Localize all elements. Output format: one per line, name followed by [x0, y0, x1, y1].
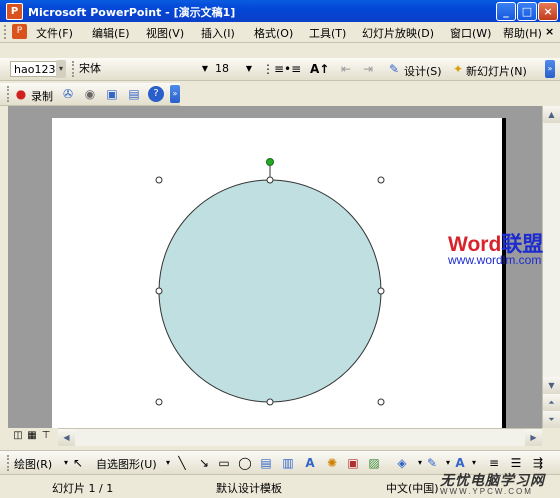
toolbar-grip[interactable] — [7, 455, 12, 471]
line-style-icon[interactable]: ≡ — [486, 455, 502, 471]
maximize-button[interactable]: □ — [517, 2, 537, 21]
design-icon[interactable]: ✎ — [386, 61, 402, 77]
resize-handle-top-left[interactable] — [155, 176, 163, 184]
close-document-button[interactable]: × — [545, 25, 554, 38]
window-title: Microsoft PowerPoint - [演示文稿1] — [28, 6, 236, 19]
record-icon[interactable]: ● — [13, 86, 29, 102]
toolbar-options-chevron[interactable]: » — [545, 60, 555, 78]
toolbar-options-chevron[interactable]: » — [170, 85, 180, 103]
record-button[interactable]: 录制 — [31, 88, 53, 104]
resize-handle-top-right[interactable] — [377, 176, 385, 184]
toolbar-grip[interactable] — [7, 86, 12, 102]
scroll-up-arrow[interactable]: ▲ — [543, 106, 560, 123]
watermark-url: www.wordlm.com — [448, 253, 542, 267]
arrow-style-icon[interactable]: ⇶ — [530, 455, 546, 471]
textbox-icon[interactable]: ▤ — [258, 455, 274, 471]
vertical-scrollbar[interactable]: ▲ ▼ ⏶ ⏷ — [542, 106, 560, 428]
scroll-down-arrow[interactable]: ▼ — [543, 377, 560, 394]
document-icon[interactable]: P — [12, 24, 27, 39]
close-button[interactable]: × — [538, 2, 558, 21]
font-color-dropdown[interactable]: ▾ — [466, 455, 482, 471]
menu-insert[interactable]: 插入(I) — [201, 25, 235, 41]
menu-window[interactable]: 窗口(W) — [450, 25, 491, 41]
clipart-icon[interactable]: ▣ — [345, 455, 361, 471]
minimize-button[interactable]: _ — [496, 2, 516, 21]
rotate-handle[interactable] — [266, 158, 274, 166]
diagram-icon[interactable]: ✺ — [324, 455, 340, 471]
picture-icon[interactable]: ▨ — [366, 455, 382, 471]
increase-font-size-icon[interactable]: A↑ — [310, 61, 329, 77]
edit-screen-icon[interactable]: ▤ — [126, 86, 142, 102]
bulleted-list-icon[interactable]: •≡ — [284, 61, 301, 77]
resize-handle-bottom-left[interactable] — [155, 398, 163, 406]
style-value: hao123 — [14, 63, 56, 76]
resize-handle-right[interactable] — [377, 287, 385, 295]
select-objects-icon[interactable]: ↖ — [70, 455, 86, 471]
menu-grip-handle[interactable] — [4, 25, 9, 39]
title-bar[interactable]: P Microsoft PowerPoint - [演示文稿1] _ □ × — [0, 0, 560, 22]
design-button[interactable]: 设计(S) — [404, 63, 442, 79]
webcam-icon[interactable]: ◉ — [82, 86, 98, 102]
menu-slideshow[interactable]: 幻灯片放映(D) — [362, 25, 434, 41]
font-combo[interactable]: 宋体 ▼ — [76, 61, 210, 77]
menu-bar: P 文件(F) 编辑(E) 视图(V) 插入(I) 格式(O) 工具(T) 幻灯… — [0, 22, 560, 43]
style-dropdown-arrow[interactable]: ▾ — [56, 60, 66, 78]
slideshow-view-icon[interactable]: ⊤ — [40, 430, 52, 442]
numbered-list-icon[interactable]: ⋮≡ — [262, 61, 284, 77]
view-buttons: ◫ ▦ ⊤ — [0, 428, 58, 445]
formatting-toolbar: hao123 ▾ 宋体 ▼ 18 ▼ ⋮≡ •≡ A↑ ⇤ ⇥ ✎ 设计(S) … — [0, 58, 560, 81]
line-icon[interactable]: ╲ — [174, 455, 190, 471]
slide-counter: 幻灯片 1 / 1 — [52, 482, 114, 495]
scroll-right-arrow[interactable]: ▶ — [525, 429, 542, 446]
menu-tools[interactable]: 工具(T) — [309, 25, 346, 41]
decrease-indent-icon[interactable]: ⇤ — [338, 61, 354, 77]
design-template-name: 默认设计模板 — [216, 482, 282, 495]
slide-sorter-view-icon[interactable]: ▦ — [26, 430, 38, 442]
menu-help[interactable]: 帮助(H) — [503, 25, 542, 41]
study-site-url: WWW.YPCW.COM — [440, 487, 533, 496]
arrow-icon[interactable]: ↘ — [196, 455, 212, 471]
slide-workspace — [8, 106, 542, 428]
scroll-left-arrow[interactable]: ◀ — [58, 429, 75, 446]
circle-shape[interactable] — [158, 179, 382, 403]
oval-icon[interactable]: ◯ — [237, 455, 253, 471]
horizontal-scrollbar[interactable]: ◀ ▶ — [58, 428, 542, 446]
slide-graphics — [155, 158, 385, 406]
resize-handle-left[interactable] — [155, 287, 163, 295]
font-dropdown-arrow[interactable]: ▼ — [202, 61, 208, 77]
menu-file[interactable]: 文件(F) — [36, 25, 73, 41]
wordart-icon[interactable]: A — [302, 455, 318, 471]
screen-icon[interactable]: ▣ — [104, 86, 120, 102]
slide-canvas[interactable] — [52, 118, 506, 428]
help-icon[interactable]: ? — [148, 86, 164, 102]
draw-menu-button[interactable]: 绘图(R) — [14, 456, 52, 472]
font-size-combo[interactable]: 18 ▼ — [212, 61, 254, 77]
language-indicator: 中文(中国) — [386, 482, 439, 495]
powerpoint-window: P Microsoft PowerPoint - [演示文稿1] _ □ × P… — [0, 0, 560, 498]
font-size-value: 18 — [215, 62, 229, 75]
dash-style-icon[interactable]: ☰ — [508, 455, 524, 471]
new-slide-icon[interactable]: ✦ — [450, 61, 466, 77]
powerpoint-icon[interactable]: P — [6, 3, 23, 20]
previous-slide-button[interactable]: ⏶ — [543, 394, 560, 411]
menu-view[interactable]: 视图(V) — [146, 25, 184, 41]
wrench-icon[interactable]: ✇ — [60, 86, 76, 102]
menu-format[interactable]: 格式(O) — [254, 25, 293, 41]
resize-handle-bottom[interactable] — [266, 398, 274, 406]
fill-color-icon[interactable]: ◈ — [394, 455, 410, 471]
record-toolbar: ● 录制 ✇ ◉ ▣ ▤ ? » — [0, 83, 180, 106]
rectangle-icon[interactable]: ▭ — [216, 455, 232, 471]
line-color-icon[interactable]: ✎ — [424, 455, 440, 471]
autoshapes-menu-button[interactable]: 自选图形(U) — [96, 456, 157, 472]
vertical-textbox-icon[interactable]: ▥ — [280, 455, 296, 471]
next-slide-button[interactable]: ⏷ — [543, 411, 560, 428]
normal-view-icon[interactable]: ◫ — [12, 430, 24, 442]
menu-edit[interactable]: 编辑(E) — [92, 25, 130, 41]
increase-indent-icon[interactable]: ⇥ — [360, 61, 376, 77]
font-size-dropdown-arrow[interactable]: ▼ — [246, 61, 252, 77]
font-value: 宋体 — [79, 62, 101, 75]
resize-handle-top[interactable] — [266, 176, 274, 184]
resize-handle-bottom-right[interactable] — [377, 398, 385, 406]
new-slide-button[interactable]: 新幻灯片(N) — [466, 63, 527, 79]
